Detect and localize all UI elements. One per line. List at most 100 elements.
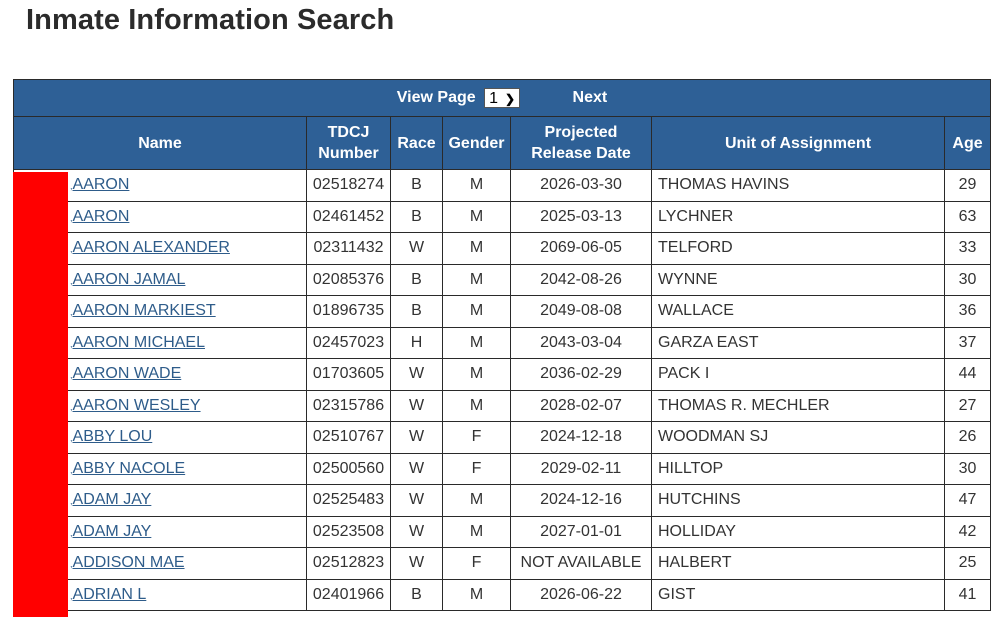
page-select-value: 1	[489, 90, 498, 107]
release-date-cell: 2042-08-26	[510, 263, 652, 296]
table-row: ,ABBY NACOLE 02500560 W F 2029-02-11 HILLTOP 3…	[13, 452, 992, 485]
race-cell: B	[390, 200, 443, 233]
table-row: ,AARON 02518274 B M 2026-03-30 THOMAS HAVINS 2…	[13, 169, 992, 202]
tdcj-number-cell: 02500560	[306, 452, 391, 485]
age-cell: 25	[943, 547, 992, 580]
header-projected-release-date: Projected Release Date	[510, 116, 652, 170]
header-race: Race	[390, 116, 443, 170]
tdcj-number-cell: 02457023	[306, 326, 391, 359]
tdcj-number-cell: 02510767	[306, 421, 391, 454]
gender-cell: M	[442, 232, 511, 265]
chevron-down-icon: ❯	[505, 92, 516, 106]
age-cell: 30	[943, 452, 992, 485]
race-cell: B	[390, 169, 443, 202]
inmate-name-link[interactable]: AARON MICHAEL	[73, 334, 205, 351]
gender-cell: M	[442, 326, 511, 359]
page-select[interactable]: 1 ❯	[484, 88, 521, 108]
inmate-name-link[interactable]: AARON	[73, 176, 130, 193]
unit-cell: TELFORD	[651, 232, 945, 265]
tdcj-number-cell: 02512823	[306, 547, 391, 580]
release-date-cell: 2069-06-05	[510, 232, 652, 265]
race-cell: W	[390, 358, 443, 391]
table-row: ,ABBY LOU 02510767 W F 2024-12-18 WOODMAN SJ 2…	[13, 421, 992, 454]
age-cell: 42	[943, 515, 992, 548]
inmate-name-link[interactable]: ADDISON MAE	[73, 554, 185, 571]
gender-cell: M	[442, 484, 511, 517]
tdcj-number-cell: 02525483	[306, 484, 391, 517]
tdcj-number-cell: 02461452	[306, 200, 391, 233]
age-cell: 47	[943, 484, 992, 517]
race-cell: B	[390, 578, 443, 611]
race-cell: W	[390, 421, 443, 454]
inmate-name-link[interactable]: ABBY LOU	[73, 428, 153, 445]
release-date-cell: 2024-12-16	[510, 484, 652, 517]
race-cell: W	[390, 452, 443, 485]
race-cell: B	[390, 295, 443, 328]
next-page-link[interactable]: Next	[573, 89, 608, 107]
table-row: ,AARON ALEXANDER 02311432 W M 2069-06-05 TELF…	[13, 232, 992, 265]
table-header-row: Name TDCJ Number Race Gender Projected R…	[13, 116, 992, 170]
tdcj-number-cell: 02085376	[306, 263, 391, 296]
tdcj-number-cell: 02311432	[306, 232, 391, 265]
unit-cell: HOLLIDAY	[651, 515, 945, 548]
race-cell: H	[390, 326, 443, 359]
header-gender: Gender	[442, 116, 511, 170]
inmate-name-link[interactable]: ABBY NACOLE	[73, 460, 186, 477]
unit-cell: HUTCHINS	[651, 484, 945, 517]
inmate-results-table: View Page 1 ❯ Next Name TDCJ Number Race …	[12, 79, 992, 611]
age-cell: 36	[943, 295, 992, 328]
tdcj-number-cell: 01703605	[306, 358, 391, 391]
release-date-cell: 2028-02-07	[510, 389, 652, 422]
tdcj-number-cell: 02315786	[306, 389, 391, 422]
age-cell: 27	[943, 389, 992, 422]
release-date-cell: 2024-12-18	[510, 421, 652, 454]
table-row: ,AARON 02461452 B M 2025-03-13 LYCHNER 63	[13, 200, 992, 233]
age-cell: 41	[943, 578, 992, 611]
header-name: Name	[13, 116, 307, 170]
release-date-cell: 2036-02-29	[510, 358, 652, 391]
inmate-name-link[interactable]: AARON JAMAL	[73, 271, 186, 288]
inmate-name-link[interactable]: AARON WESLEY	[73, 397, 201, 414]
age-cell: 29	[943, 169, 992, 202]
release-date-cell: 2026-06-22	[510, 578, 652, 611]
gender-cell: F	[442, 547, 511, 580]
table-row: ,AARON JAMAL 02085376 B M 2042-08-26 WYNNE 30	[13, 263, 992, 296]
table-row: ,AARON WADE 01703605 W M 2036-02-29 PACK I 44	[13, 358, 992, 391]
header-unit-of-assignment: Unit of Assignment	[651, 116, 945, 170]
inmate-name-link[interactable]: ADRIAN L	[73, 586, 147, 603]
race-cell: W	[390, 547, 443, 580]
gender-cell: M	[442, 358, 511, 391]
gender-cell: F	[442, 421, 511, 454]
race-cell: W	[390, 515, 443, 548]
pager-bar: View Page 1 ❯ Next	[12, 79, 992, 117]
pager-cell: View Page 1 ❯ Next	[12, 79, 992, 117]
inmate-name-link[interactable]: AARON	[73, 208, 130, 225]
unit-cell: HALBERT	[651, 547, 945, 580]
inmate-name-link[interactable]: AARON WADE	[73, 365, 182, 382]
table-row: ,ADDISON MAE 02512823 W F NOT AVAILABLE HALBE…	[13, 547, 992, 580]
gender-cell: M	[442, 578, 511, 611]
inmate-name-link[interactable]: AARON MARKIEST	[73, 302, 216, 319]
redaction-block	[13, 172, 68, 617]
tdcj-number-cell: 02518274	[306, 169, 391, 202]
unit-cell: THOMAS R. MECHLER	[651, 389, 945, 422]
inmate-name-link[interactable]: ADAM JAY	[73, 523, 152, 540]
race-cell: W	[390, 232, 443, 265]
unit-cell: WOODMAN SJ	[651, 421, 945, 454]
race-cell: W	[390, 389, 443, 422]
gender-cell: M	[442, 263, 511, 296]
release-date-cell: 2029-02-11	[510, 452, 652, 485]
unit-cell: THOMAS HAVINS	[651, 169, 945, 202]
inmate-name-link[interactable]: AARON ALEXANDER	[73, 239, 230, 256]
age-cell: 33	[943, 232, 992, 265]
inmate-name-link[interactable]: ADAM JAY	[73, 491, 152, 508]
race-cell: B	[390, 263, 443, 296]
unit-cell: WYNNE	[651, 263, 945, 296]
gender-cell: M	[442, 200, 511, 233]
gender-cell: M	[442, 515, 511, 548]
age-cell: 30	[943, 263, 992, 296]
table-row: ,ADAM JAY 02525483 W M 2024-12-16 HUTCHINS 47	[13, 484, 992, 517]
release-date-cell: 2025-03-13	[510, 200, 652, 233]
header-age: Age	[943, 116, 992, 170]
header-tdcj-number: TDCJ Number	[306, 116, 391, 170]
